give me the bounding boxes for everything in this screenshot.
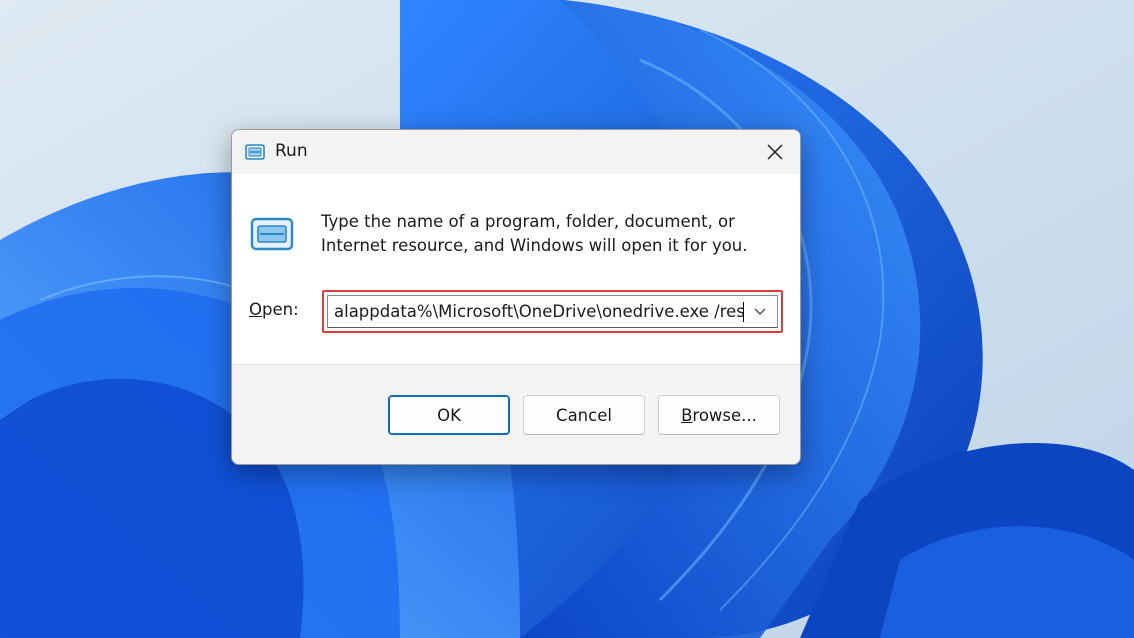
open-label: Open:	[249, 300, 299, 319]
command-combobox[interactable]	[327, 295, 778, 328]
close-button[interactable]	[758, 136, 792, 168]
command-input[interactable]	[334, 296, 744, 327]
dialog-description: Type the name of a program, folder, docu…	[321, 212, 748, 255]
ok-button[interactable]: OK	[388, 395, 510, 435]
text-caret	[743, 302, 744, 322]
dialog-footer: OK Cancel Browse...	[232, 364, 800, 464]
run-app-icon	[245, 144, 265, 160]
command-dropdown-button[interactable]	[747, 298, 773, 326]
dialog-content: Type the name of a program, folder, docu…	[232, 174, 800, 364]
command-combobox-highlight	[322, 290, 783, 333]
chevron-down-icon	[754, 308, 766, 315]
desktop: Run Type the name of a program, folder, …	[0, 0, 1134, 638]
browse-accesskey: B	[681, 405, 693, 425]
run-dialog: Run Type the name of a program, folder, …	[231, 129, 801, 465]
browse-label: rowse...	[692, 405, 757, 425]
title-bar[interactable]: Run	[232, 130, 800, 174]
dialog-title: Run	[275, 141, 308, 161]
cancel-button[interactable]: Cancel	[523, 395, 645, 435]
open-label-text: pen:	[262, 300, 299, 319]
close-icon	[767, 144, 783, 160]
browse-button[interactable]: Browse...	[658, 395, 780, 435]
run-app-icon-large	[250, 217, 294, 251]
open-label-accesskey: O	[249, 300, 262, 319]
